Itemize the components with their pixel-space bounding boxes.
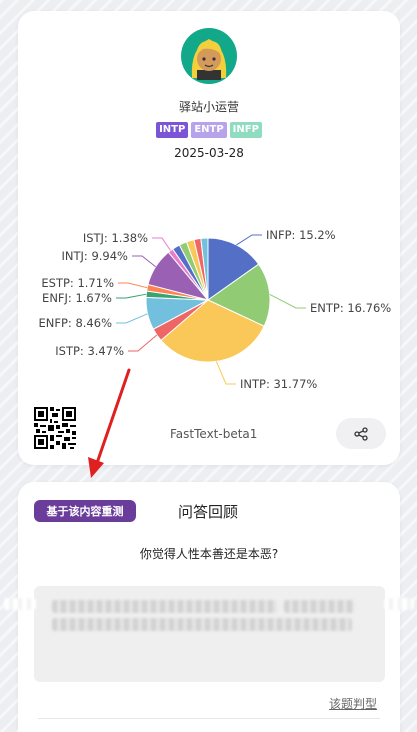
pie-label: ENFJ: 1.67% <box>42 291 112 305</box>
qa-review-card: 基于该内容重测 问答回顾 你觉得人性本善还是本恶? 该题判型 <box>18 482 400 732</box>
pie-label: INFP: 15.2% <box>266 228 336 242</box>
pie-label-line <box>116 293 147 299</box>
judge-type-link[interactable]: 该题判型 <box>329 695 377 712</box>
pie-label: ESTP: 1.71% <box>41 276 114 290</box>
retest-button[interactable]: 基于该内容重测 <box>34 500 136 522</box>
pie-label: ISTP: 3.47% <box>55 344 124 358</box>
pie-label: ISTJ: 1.38% <box>83 231 148 245</box>
version-label: FastText-beta1 <box>170 427 258 441</box>
pie-label: INTJ: 9.94% <box>62 249 129 263</box>
pie-label: ENTP: 16.76% <box>310 301 391 315</box>
qr-code-icon <box>34 407 76 449</box>
pie-label: INTP: 31.77% <box>240 377 317 391</box>
pie-label-line <box>118 282 148 289</box>
mbti-tags: INTP ENTP INFP <box>18 122 400 138</box>
profile-card: 驿站小运营 INTP ENTP INFP 2025-03-28 INFP: 15… <box>18 11 400 465</box>
section-title: 问答回顾 <box>178 503 239 521</box>
pie-label-line <box>269 294 306 309</box>
mbti-pie-chart: INFP: 15.2% ENTP: 16.76% INTP: 31.77% ISTP:… <box>39 228 392 391</box>
pie-label-line <box>215 361 236 385</box>
mbti-tag: INFP <box>229 122 262 138</box>
blurred-overflow <box>4 598 36 610</box>
pie-label-line <box>128 334 158 352</box>
pie-label: ENFP: 8.46% <box>39 316 113 330</box>
profile-date: 2025-03-28 <box>174 146 244 160</box>
pie-label-line <box>236 234 262 246</box>
divider <box>38 718 380 719</box>
share-button[interactable] <box>336 418 386 449</box>
mbti-tag: ENTP <box>191 122 227 138</box>
avatar-blonde-girl-icon <box>181 28 237 84</box>
pie-label-line <box>132 255 156 268</box>
question-text: 你觉得人性本善还是本恶? <box>139 547 279 561</box>
username: 驿站小运营 <box>178 100 239 114</box>
pie-label-line <box>152 237 171 251</box>
mbti-tag: INTP <box>156 122 189 138</box>
blurred-overflow <box>384 598 414 610</box>
answer-box-blurred <box>34 586 385 682</box>
pie-label-line <box>116 313 148 324</box>
share-icon <box>354 426 368 441</box>
